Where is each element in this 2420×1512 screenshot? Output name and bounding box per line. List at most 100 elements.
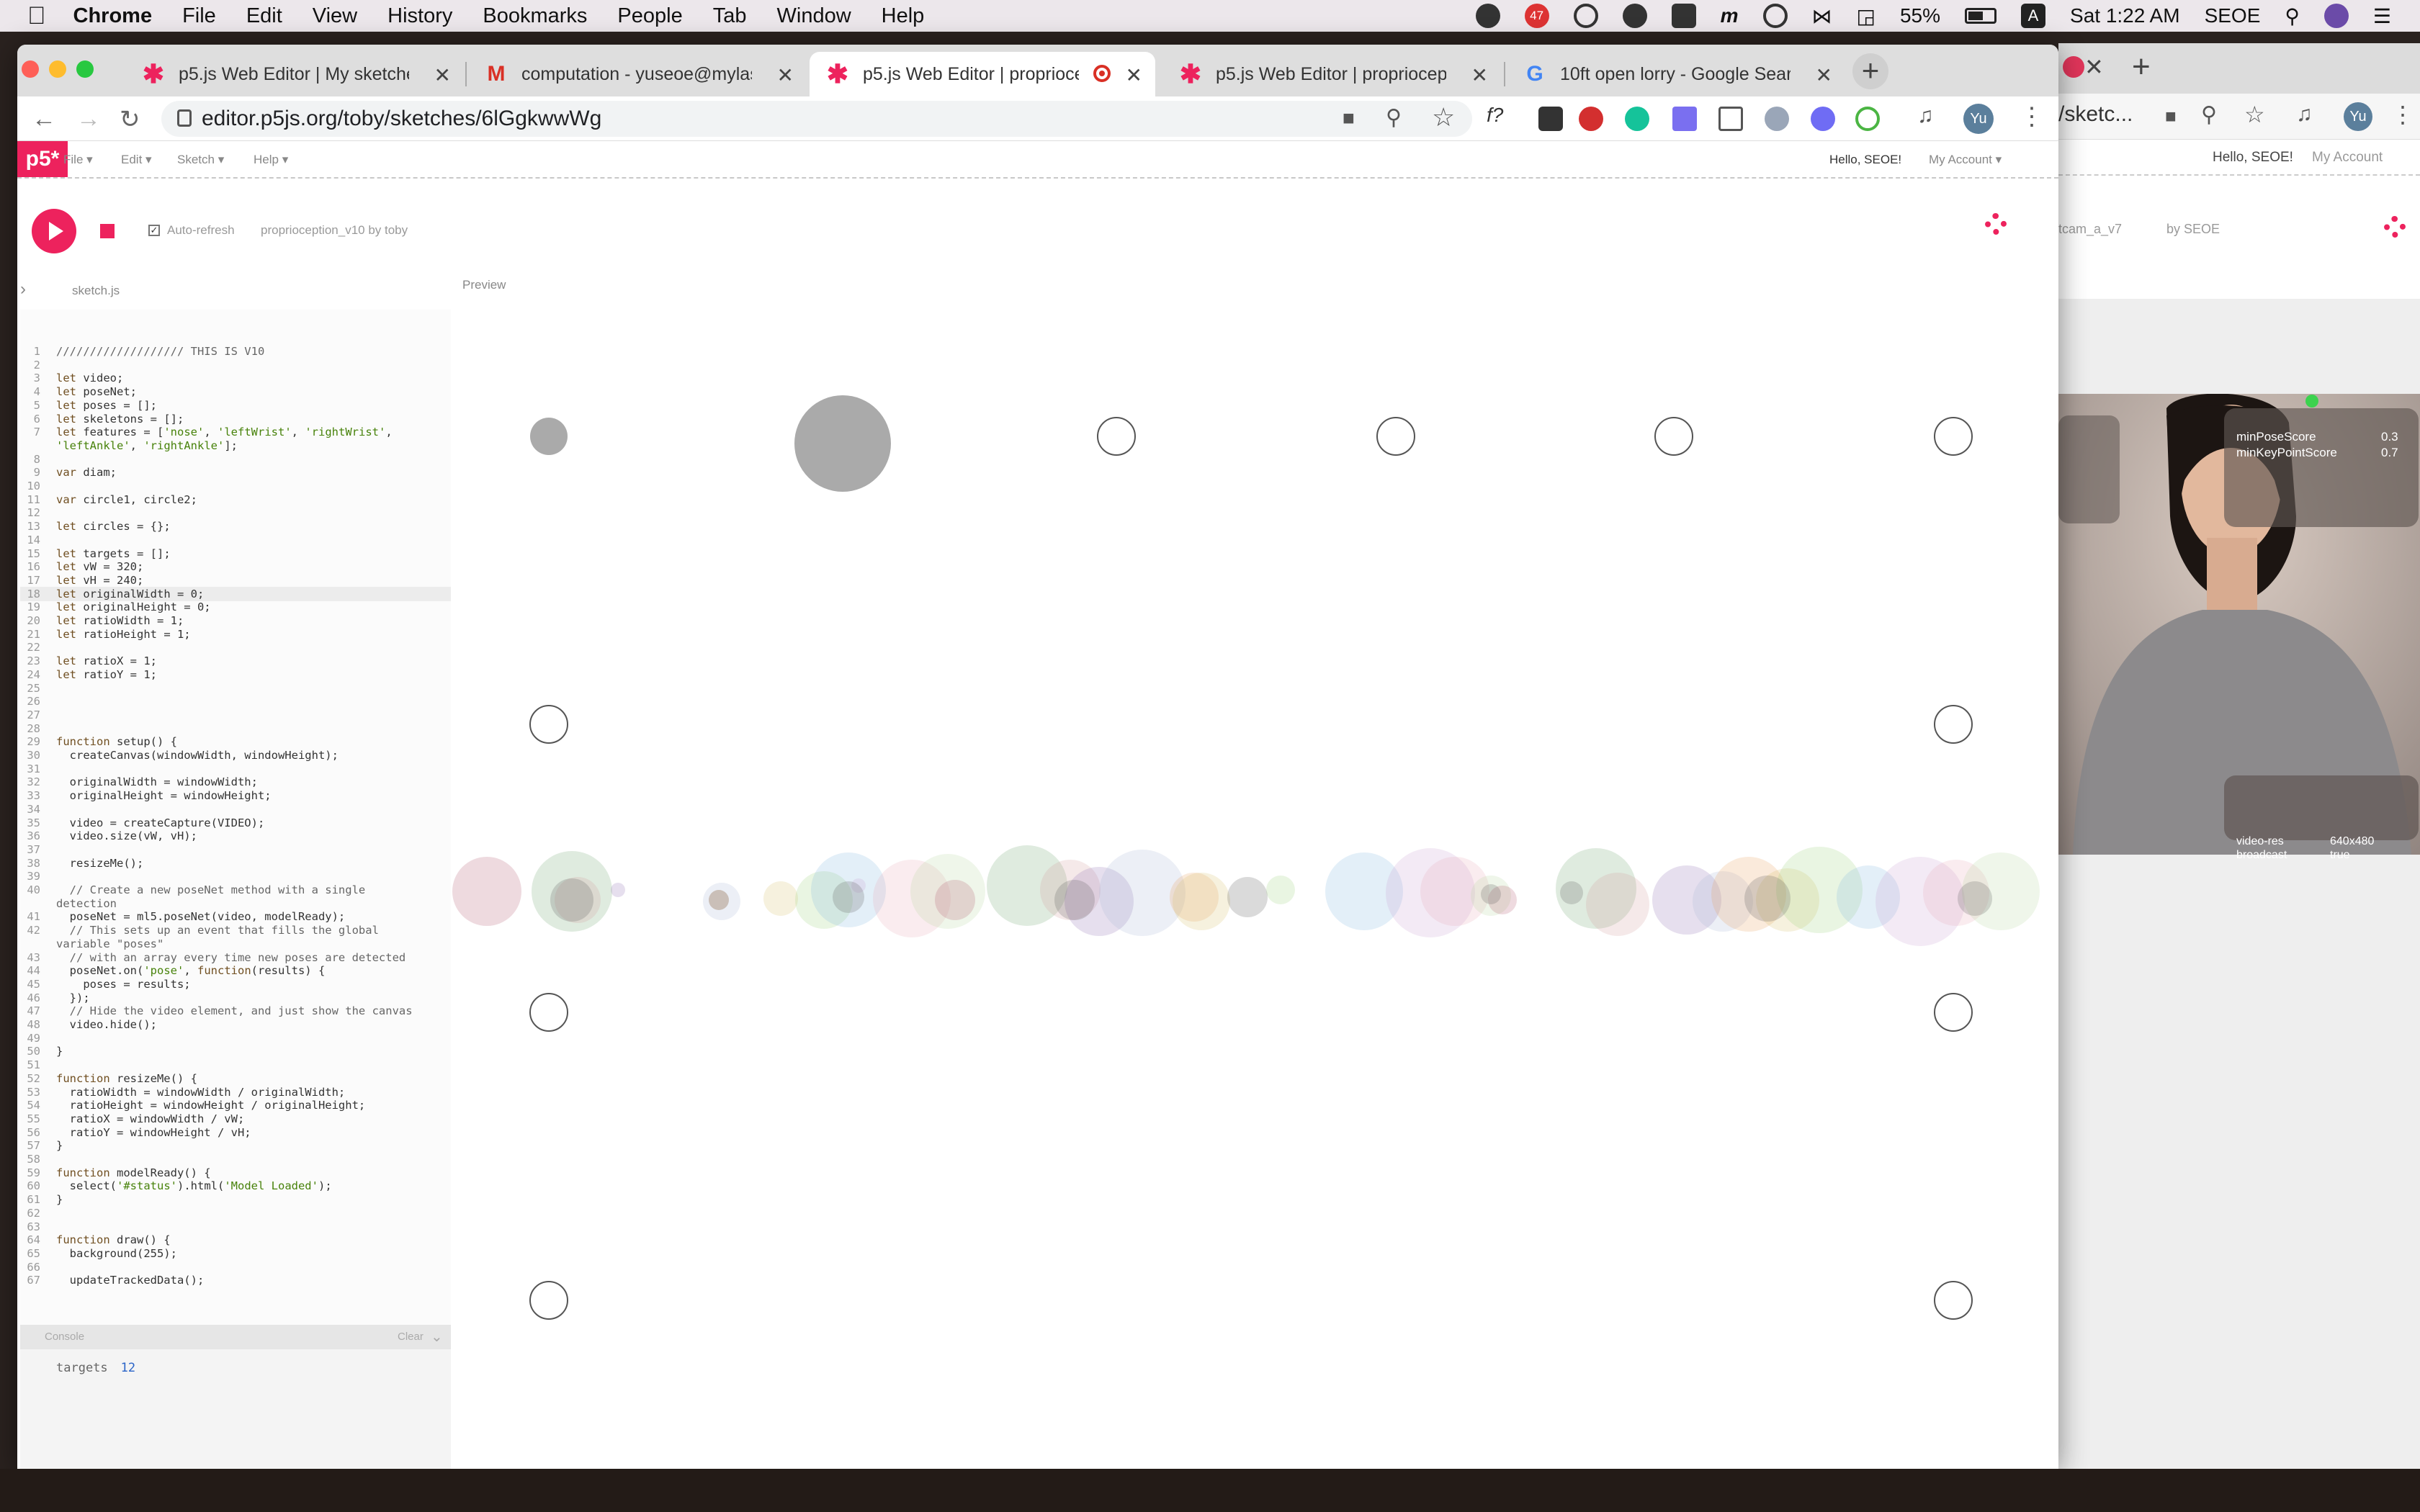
profile-avatar[interactable]: Yu xyxy=(1963,104,1994,134)
task-extension-icon[interactable] xyxy=(1855,107,1880,131)
menu-tab[interactable]: Tab xyxy=(713,4,747,28)
close-tab-icon[interactable]: ✕ xyxy=(1816,63,1832,87)
minimize-window-button[interactable] xyxy=(49,60,66,78)
code-line[interactable]: 9 var diam; xyxy=(20,465,451,480)
close-tab-icon[interactable]: ✕ xyxy=(434,63,451,87)
code-line[interactable]: 55 ratioX = windowWidth / vW; xyxy=(20,1112,451,1126)
status-app-icon[interactable] xyxy=(1475,4,1500,28)
siri-icon[interactable] xyxy=(2323,4,2349,28)
code-line[interactable]: 49 xyxy=(20,1031,451,1045)
settings-gear-icon[interactable] xyxy=(2384,216,2406,238)
reload-icon[interactable]: ↻ xyxy=(120,105,140,134)
code-line[interactable]: 56 ratioY = windowHeight / vH; xyxy=(20,1125,451,1140)
code-line[interactable]: 8 xyxy=(20,452,451,467)
recording-tab-icon[interactable] xyxy=(2063,56,2084,78)
code-line[interactable]: 30 createCanvas(windowWidth, windowHeigh… xyxy=(20,748,451,762)
code-line[interactable]: 46 }); xyxy=(20,991,451,1005)
lock-icon[interactable] xyxy=(177,109,192,127)
menu-dots-icon[interactable]: ⋮ xyxy=(2020,102,2044,131)
check-extension-icon[interactable] xyxy=(1811,107,1835,131)
code-line[interactable]: 15 let targets = []; xyxy=(20,546,451,561)
tab-proprioception-v10[interactable]: ✱ p5.js Web Editor | proprioception_v10 … xyxy=(810,52,1155,96)
close-tab-icon[interactable]: ✕ xyxy=(777,63,794,87)
code-line[interactable]: 23 let ratioX = 1; xyxy=(20,654,451,668)
code-line[interactable]: 1 /////////////////// THIS IS V10 xyxy=(20,344,451,359)
stop-button[interactable] xyxy=(91,215,124,248)
input-source-icon[interactable]: A xyxy=(2021,4,2046,28)
menu-bookmarks[interactable]: Bookmarks xyxy=(483,4,587,28)
second-account-menu[interactable]: My Account xyxy=(2312,150,2383,166)
code-line[interactable]: 29 function setup() { xyxy=(20,734,451,749)
code-line[interactable]: 61} xyxy=(20,1192,451,1207)
code-line[interactable]: 12 xyxy=(20,505,451,520)
menu-view[interactable]: View xyxy=(313,4,357,28)
forward-icon[interactable]: → xyxy=(76,105,101,133)
code-line[interactable]: 60 select('#status').html('Model Loaded'… xyxy=(20,1179,451,1193)
code-line[interactable]: 53 ratioWidth = windowWidth / originalWi… xyxy=(20,1085,451,1099)
m-app-icon[interactable]: m xyxy=(1721,4,1739,27)
code-line[interactable]: 62 xyxy=(20,1206,451,1220)
media-icon[interactable]: ♫ xyxy=(1917,104,1934,128)
menu-people[interactable]: People xyxy=(617,4,682,28)
code-line[interactable]: 13 let circles = {}; xyxy=(20,519,451,534)
wifi-icon[interactable]: ◲ xyxy=(1857,4,1876,28)
menu-history[interactable]: History xyxy=(387,4,452,28)
yab-extension-icon[interactable] xyxy=(1579,107,1603,131)
p5-menu-edit[interactable]: Edit ▾ xyxy=(121,153,152,167)
p5-logo[interactable]: p5* xyxy=(17,141,68,177)
code-line[interactable]: 57} xyxy=(20,1138,451,1153)
code-line[interactable]: 45 poses = results; xyxy=(20,977,451,991)
code-line[interactable]: 24 let ratioY = 1; xyxy=(20,667,451,682)
code-line[interactable]: 48 video.hide(); xyxy=(20,1017,451,1032)
code-line[interactable]: 36 video.size(vW, vH); xyxy=(20,829,451,843)
creative-cloud-icon[interactable] xyxy=(1573,4,1598,28)
code-line[interactable]: 67 updateTrackedData(); xyxy=(20,1273,451,1287)
menu-edit[interactable]: Edit xyxy=(246,4,282,28)
code-line[interactable]: 27 xyxy=(20,708,451,722)
tab-google-search[interactable]: G 10ft open lorry - Google Search ✕ xyxy=(1507,52,1845,96)
file-name[interactable]: sketch.js xyxy=(72,284,120,298)
menu-file[interactable]: File xyxy=(182,4,216,28)
code-line[interactable]: 63 xyxy=(20,1220,451,1234)
bluetooth-icon[interactable]: ⋈ xyxy=(1812,4,1832,28)
tab-gmail[interactable]: M computation - yuseoe@mylasalle.edu.sg … xyxy=(468,52,807,96)
bookmark-star-icon[interactable]: ☆ xyxy=(2244,101,2265,128)
code-line[interactable]: 19 let originalHeight = 0; xyxy=(20,600,451,614)
clock[interactable]: Sat 1:22 AM xyxy=(2070,4,2180,27)
code-line[interactable]: 25 xyxy=(20,681,451,696)
p5-menu-sketch[interactable]: Sketch ▾ xyxy=(177,153,224,167)
profile-avatar[interactable]: Yu xyxy=(2344,102,2372,131)
close-window-button[interactable] xyxy=(22,60,39,78)
code-line[interactable]: 32 originalWidth = windowWidth; xyxy=(20,775,451,789)
notification-center-icon[interactable]: ☰ xyxy=(2373,4,2391,28)
code-line[interactable]: 4 let poseNet; xyxy=(20,384,451,399)
omnibox[interactable]: editor.p5js.org/toby/sketches/6lGgkwwWg … xyxy=(161,101,1472,137)
code-line[interactable]: 47 // Hide the video element, and just s… xyxy=(20,1004,451,1018)
battery-icon[interactable] xyxy=(1965,8,1997,24)
code-line[interactable]: 37 xyxy=(20,842,451,857)
auto-refresh-toggle[interactable]: ✓ Auto-refresh xyxy=(148,223,235,238)
code-line[interactable]: 3 let video; xyxy=(20,371,451,385)
auto-refresh-checkbox[interactable]: ✓ xyxy=(148,225,160,236)
code-line[interactable]: 64 function draw() { xyxy=(20,1233,451,1247)
code-line[interactable]: 7 let features = ['nose', 'leftWrist', 'r… xyxy=(20,425,451,439)
new-tab-icon[interactable]: + xyxy=(2132,49,2151,85)
close-tab-icon[interactable]: ✕ xyxy=(1471,63,1488,87)
apple-icon[interactable]:  xyxy=(27,2,46,30)
formula-extension-icon[interactable]: f? xyxy=(1487,104,1511,128)
code-line[interactable]: 18 let originalWidth = 0; xyxy=(20,586,451,601)
code-line[interactable]: 21 let ratioHeight = 1; xyxy=(20,627,451,642)
battery-percent[interactable]: 55% xyxy=(1900,4,1940,27)
code-line[interactable]: 33 originalHeight = windowHeight; xyxy=(20,788,451,803)
code-line[interactable]: 66 xyxy=(20,1260,451,1274)
code-line[interactable]: 51 xyxy=(20,1058,451,1072)
code-line[interactable]: 35 video = createCapture(VIDEO); xyxy=(20,816,451,830)
time-machine-icon[interactable] xyxy=(1762,4,1788,28)
back-icon[interactable]: ← xyxy=(32,105,56,133)
p5-menu-file[interactable]: File ▾ xyxy=(63,153,93,167)
camera-icon[interactable]: ■ xyxy=(1343,107,1355,130)
camera-icon[interactable]: ■ xyxy=(2165,105,2177,127)
code-line[interactable]: 16 let vW = 320; xyxy=(20,559,451,574)
code-editor[interactable]: 1 /////////////////// THIS IS V10 2 3 let vi… xyxy=(20,310,451,1325)
code-line[interactable]: 22 xyxy=(20,640,451,654)
